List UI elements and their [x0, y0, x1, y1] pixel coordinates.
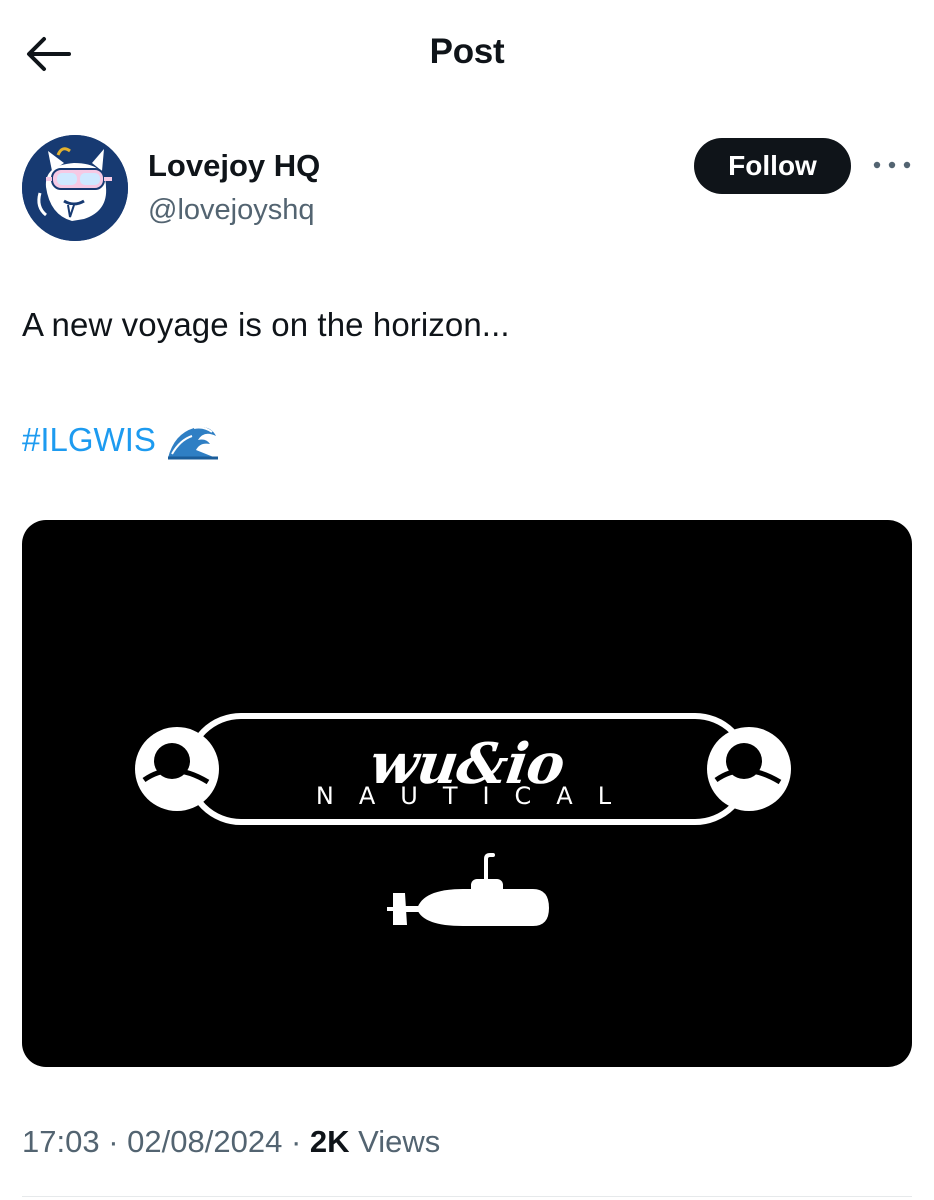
post-page: Post Lovejoy HQ @lovejoyshq Follow A new…: [0, 0, 934, 1200]
post-image[interactable]: wu&io NAUTICAL: [22, 520, 912, 1067]
hashtag-line: #ILGWIS: [22, 418, 220, 462]
top-bar: Post: [0, 0, 934, 106]
tweet-text: A new voyage is on the horizon...: [22, 306, 510, 343]
author-handle[interactable]: @lovejoyshq: [148, 194, 314, 227]
post-meta: 17:03 · 02/08/2024 · 2K Views: [22, 1124, 440, 1160]
water-wave-icon: [167, 426, 218, 460]
submarine-icon: [387, 853, 549, 926]
meta-separator: ·: [290, 1124, 302, 1159]
meta-separator: ·: [108, 1124, 119, 1159]
author-name[interactable]: Lovejoy HQ: [148, 148, 320, 184]
hashtag-link[interactable]: #ILGWIS: [22, 421, 156, 459]
views-count[interactable]: 2K: [310, 1124, 350, 1159]
follow-button[interactable]: Follow: [694, 138, 851, 194]
more-options-button[interactable]: [870, 150, 914, 180]
page-title: Post: [429, 32, 505, 71]
more-horizontal-icon: [873, 161, 911, 169]
post-date: 02/08/2024: [127, 1124, 283, 1159]
logo-subtitle: NAUTICAL: [315, 782, 637, 810]
avatar-cat-mascot-icon: [22, 135, 128, 241]
views-label[interactable]: Views: [358, 1124, 440, 1159]
avatar[interactable]: [22, 135, 128, 241]
post-time: 17:03: [22, 1124, 100, 1159]
divider: [22, 1196, 912, 1197]
